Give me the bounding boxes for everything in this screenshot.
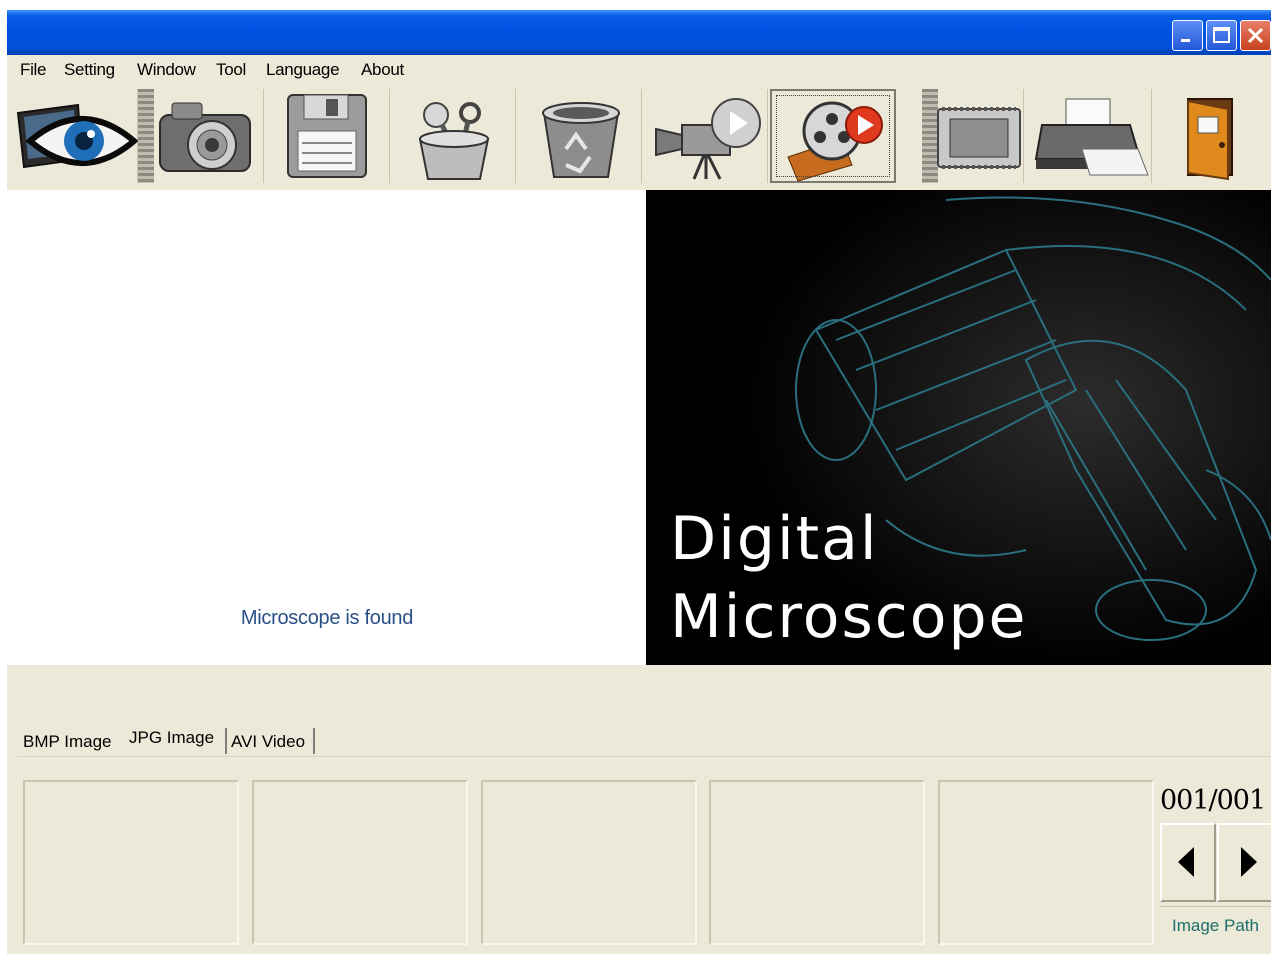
menu-tool[interactable]: Tool (216, 60, 246, 80)
record-button[interactable] (642, 89, 768, 183)
tools-button[interactable] (390, 89, 516, 183)
page-counter: 001/001 (1160, 785, 1266, 816)
tab-avi-video[interactable]: AVI Video (231, 726, 305, 756)
tab-divider (225, 728, 227, 754)
preview-eye-icon (16, 103, 138, 169)
printer-icon (1034, 98, 1149, 176)
memory-chip-icon (937, 107, 1021, 169)
maximize-button[interactable] (1206, 20, 1237, 51)
triangle-right-icon (1241, 847, 1257, 877)
menu-window[interactable]: Window (137, 60, 196, 80)
title-bar[interactable] (7, 10, 1271, 55)
tab-jpg-image[interactable]: JPG Image (129, 723, 214, 753)
status-text: Microscope is found (240, 607, 414, 629)
thumbnail-slot[interactable] (481, 780, 697, 945)
camera-icon (159, 102, 251, 172)
tools-cup-icon (418, 102, 490, 180)
video-camera-icon (655, 98, 761, 180)
splash-image: Digital Microscope (646, 190, 1271, 665)
next-page-button[interactable] (1217, 823, 1271, 902)
floppy-disk-icon (287, 94, 367, 178)
triangle-left-icon (1178, 847, 1194, 877)
splash-title: Digital Microscope (670, 504, 1028, 652)
maximize-icon (1213, 27, 1230, 43)
delete-button[interactable] (516, 89, 642, 183)
exit-door-icon (1187, 98, 1233, 181)
recycle-bin-icon (542, 102, 620, 178)
tab-underline (17, 756, 1271, 757)
app-window: File Setting Window Tool Language About (7, 10, 1271, 954)
thumbnail-slot[interactable] (709, 780, 925, 945)
preview-button[interactable] (12, 89, 138, 183)
toolbar (7, 86, 1271, 186)
menu-setting[interactable]: Setting (64, 60, 115, 80)
menu-about[interactable]: About (361, 60, 404, 80)
menu-bar: File Setting Window Tool Language About (7, 55, 1271, 85)
thumbnail-slot[interactable] (252, 780, 468, 945)
close-icon (1247, 27, 1264, 44)
prev-page-button[interactable] (1160, 823, 1216, 902)
playback-button[interactable] (770, 89, 896, 183)
thumbnail-slot[interactable] (938, 780, 1154, 945)
exit-button[interactable] (1152, 89, 1271, 183)
save-button[interactable] (264, 89, 390, 183)
preview-pane[interactable] (7, 190, 647, 665)
film-reel-icon (787, 101, 883, 182)
menu-file[interactable]: File (20, 60, 47, 80)
capture-button[interactable] (138, 89, 264, 183)
minimize-button[interactable] (1172, 20, 1203, 51)
print-button[interactable] (1026, 89, 1152, 183)
memory-button[interactable] (898, 89, 1024, 183)
menu-language[interactable]: Language (266, 60, 340, 80)
close-button[interactable] (1240, 20, 1271, 51)
tab-divider (313, 728, 315, 754)
minimize-icon (1181, 39, 1190, 42)
tab-bmp-image[interactable]: BMP Image (23, 726, 112, 756)
image-path-button[interactable]: Image Path (1160, 906, 1271, 946)
thumbnail-slot[interactable] (23, 780, 239, 945)
